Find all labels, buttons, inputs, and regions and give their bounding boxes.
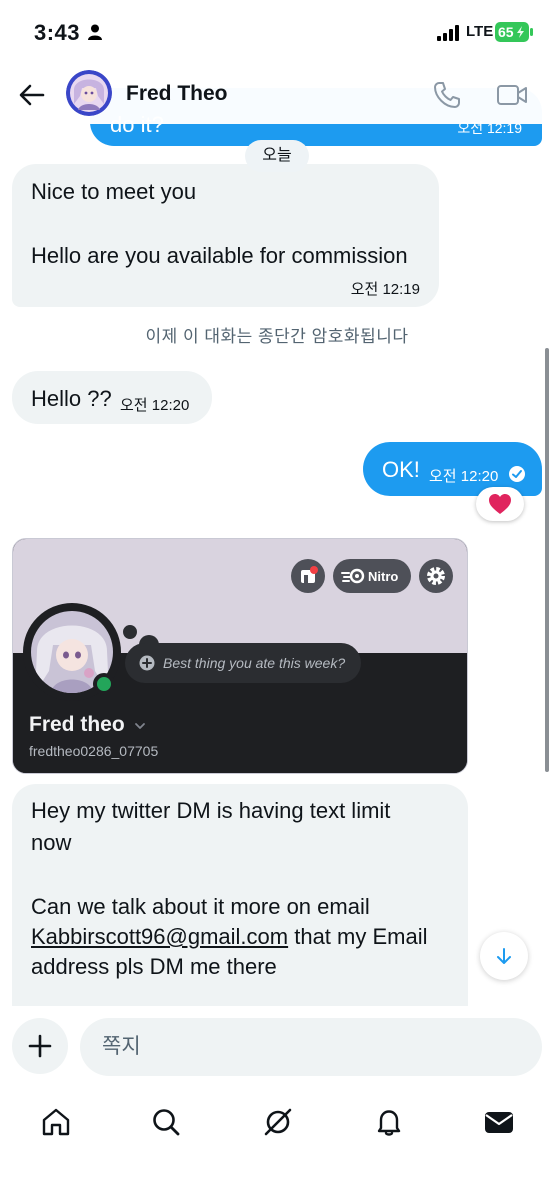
- person-icon: [88, 24, 102, 40]
- status-prompt: Best thing you ate this week?: [163, 655, 346, 671]
- message-text: that my Email: [288, 924, 428, 949]
- message-text: address pls DM me there: [31, 954, 277, 979]
- nitro-button: Nitro: [333, 559, 411, 593]
- nitro-icon: [341, 568, 365, 584]
- gear-icon: [427, 567, 445, 585]
- message-composer: [0, 1006, 554, 1092]
- grok-icon[interactable]: [262, 1106, 294, 1138]
- message-text: now: [31, 830, 72, 855]
- date-separator: 오늘: [245, 140, 309, 172]
- message-time: 오전 12:20: [429, 468, 499, 485]
- message-text: Nice to meet you: [31, 179, 197, 204]
- messages-icon[interactable]: [483, 1106, 515, 1138]
- contact-avatar[interactable]: [66, 70, 112, 116]
- message-text-line: Kabbirscott96@gmail.com that my Email: [31, 924, 427, 950]
- message-text: Hey my twitter DM is having text limit: [31, 798, 391, 823]
- incoming-message-bubble[interactable]: Hello ?? 오전 12:20: [12, 371, 212, 424]
- message-text: Hello are you available for commission: [31, 243, 408, 268]
- status-time: 3:43: [34, 20, 81, 45]
- heart-icon: [489, 494, 511, 514]
- message-time: 오전 12:20: [120, 397, 190, 414]
- home-icon[interactable]: [40, 1106, 72, 1138]
- thought-dot: [123, 625, 137, 639]
- signal-icon: [437, 25, 459, 41]
- notifications-icon[interactable]: [373, 1106, 405, 1138]
- nitro-label: Nitro: [368, 569, 399, 584]
- encryption-notice: 이제 이 대화는 종단간 암호화됩니다: [145, 327, 409, 346]
- video-icon[interactable]: [496, 82, 528, 108]
- add-media-button[interactable]: [12, 1018, 68, 1074]
- incoming-message-bubble[interactable]: Hey my twitter DM is having text limit n…: [12, 784, 468, 1024]
- status-bar: 3:43 LTE 65: [0, 0, 554, 64]
- settings-button: [419, 559, 453, 593]
- call-icon[interactable]: [432, 80, 462, 110]
- scroll-to-bottom-button[interactable]: [480, 932, 528, 980]
- reaction-badge[interactable]: [476, 487, 524, 521]
- shop-button: [291, 559, 325, 593]
- profile-card-image[interactable]: Nitro Best thing you ate this week? Fred…: [12, 538, 468, 774]
- shop-icon: [301, 566, 318, 583]
- custom-status-bubble: Best thing you ate this week?: [125, 643, 361, 683]
- message-text: OK!: [382, 457, 420, 482]
- card-display-name: Fred theo: [29, 713, 125, 736]
- message-time: 오전 12:19: [350, 281, 420, 298]
- plus-icon: [28, 1034, 52, 1058]
- arrow-down-icon: [497, 948, 511, 964]
- conversation-header: Fred Theo: [0, 64, 554, 124]
- add-status-icon: [139, 655, 155, 671]
- network-label: LTE: [466, 23, 494, 40]
- message-text: Hello ??: [31, 386, 112, 411]
- card-username: fredtheo0286_07705: [29, 743, 159, 759]
- bottom-tab-bar: [0, 1092, 554, 1200]
- incoming-message-bubble[interactable]: Nice to meet you Hello are you available…: [12, 164, 439, 307]
- search-icon[interactable]: [150, 1106, 182, 1138]
- scrollbar[interactable]: [545, 348, 549, 772]
- email-link[interactable]: Kabbirscott96@gmail.com: [31, 924, 288, 949]
- battery-percent: 65: [498, 24, 514, 40]
- online-status-dot: [93, 673, 115, 695]
- message-text: Can we talk about it more on email: [31, 894, 370, 919]
- read-check-icon: [509, 466, 525, 482]
- chevron-down-icon: [135, 723, 145, 729]
- contact-name[interactable]: Fred Theo: [126, 82, 228, 106]
- battery-icon: 65: [495, 22, 533, 42]
- message-input[interactable]: [80, 1018, 542, 1076]
- back-arrow-icon[interactable]: [18, 81, 46, 109]
